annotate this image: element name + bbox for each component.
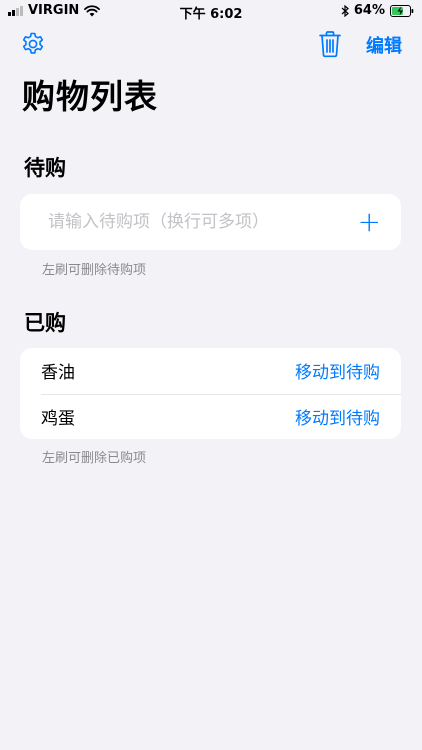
list-item[interactable]: 鸡蛋 移动到待购 — [20, 393, 401, 440]
bought-card: 香油 移动到待购 鸡蛋 移动到待购 — [20, 348, 401, 439]
new-item-input[interactable] — [48, 212, 358, 232]
add-item-row: + — [20, 194, 401, 250]
add-icon[interactable]: + — [358, 208, 381, 236]
gear-icon[interactable] — [20, 31, 46, 57]
move-to-buy-button[interactable]: 移动到待购 — [295, 404, 380, 429]
status-bar: VIRGIN 下午 6:02 64% — [0, 0, 422, 22]
battery-percent: 64% — [353, 3, 385, 18]
navigation-bar: 编辑 — [0, 28, 422, 60]
bluetooth-icon — [341, 4, 349, 17]
battery-charging-icon — [390, 4, 414, 17]
move-to-buy-button[interactable]: 移动到待购 — [295, 358, 380, 383]
bought-section-header: 已购 — [24, 311, 66, 335]
item-name: 香油 — [41, 363, 75, 384]
trash-icon[interactable] — [318, 30, 342, 58]
status-right: 64% — [341, 3, 414, 18]
to-buy-section-header: 待购 — [24, 156, 66, 180]
edit-button[interactable]: 编辑 — [366, 32, 402, 58]
to-buy-footer-hint: 左刷可删除待购项 — [42, 263, 147, 278]
item-name: 鸡蛋 — [41, 408, 75, 429]
page-title: 购物列表 — [22, 77, 158, 116]
bought-footer-hint: 左刷可删除已购项 — [42, 451, 147, 466]
list-item[interactable]: 香油 移动到待购 — [20, 348, 401, 394]
to-buy-card: + — [20, 194, 401, 250]
